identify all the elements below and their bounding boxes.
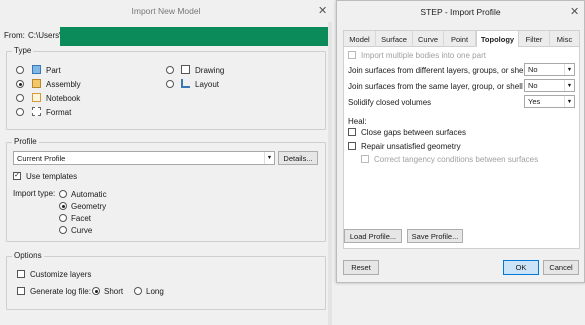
assembly-icon (32, 79, 41, 88)
import-multiple-checkbox[interactable] (348, 51, 356, 59)
tab-point[interactable]: Point (444, 31, 476, 47)
chevron-down-icon: ▼ (264, 152, 274, 164)
part-radio[interactable] (16, 66, 24, 74)
profile-select[interactable]: Current Profile ▼ (13, 151, 275, 165)
repair-geometry-checkbox[interactable] (348, 142, 356, 150)
customize-layers-label: Customize layers (30, 270, 92, 279)
tab-curve[interactable]: Curve (413, 31, 444, 47)
chevron-down-icon: ▼ (564, 96, 574, 107)
repair-geometry-label: Repair unsatisfied geometry (361, 142, 461, 151)
notebook-radio[interactable] (16, 94, 24, 102)
customize-layers-checkbox[interactable] (17, 270, 25, 278)
import-type-facet-radio[interactable] (59, 214, 67, 222)
correct-tangency-label: Correct tangency conditions between surf… (374, 155, 539, 164)
drawing-label: Drawing (195, 66, 225, 75)
load-profile-button[interactable]: Load Profile... (344, 229, 402, 243)
log-long-label: Long (146, 287, 164, 296)
import-type-label: Import type: (13, 189, 56, 198)
tab-surface[interactable]: Surface (376, 31, 413, 47)
solidify-label: Solidify closed volumes (348, 98, 432, 107)
details-button[interactable]: Details... (278, 151, 318, 165)
notebook-icon (32, 93, 41, 102)
import-type-geometry-radio[interactable] (59, 202, 67, 210)
solidify-value: Yes (528, 97, 541, 106)
close-gaps-checkbox[interactable] (348, 128, 356, 136)
import-type-facet-label: Facet (71, 214, 92, 223)
part-icon (32, 65, 41, 74)
vertical-scrollbar[interactable] (328, 22, 332, 325)
from-path: C:\Users\ (28, 31, 62, 40)
heal-label: Heal: (348, 117, 367, 126)
format-radio[interactable] (16, 108, 24, 116)
type-group (6, 51, 326, 130)
join-same-value: No (528, 81, 538, 90)
step-import-profile-window: STEP - Import Profile ✕ Model Surface Cu… (336, 0, 585, 283)
format-icon (32, 107, 41, 116)
layout-label: Layout (195, 80, 220, 89)
join-different-value: No (528, 65, 538, 74)
options-group-title: Options (12, 251, 44, 260)
tab-filter[interactable]: Filter (519, 31, 550, 47)
join-different-select[interactable]: No ▼ (524, 63, 575, 76)
close-icon[interactable]: ✕ (570, 5, 579, 18)
log-short-radio[interactable] (92, 287, 100, 295)
tab-model[interactable]: Model (344, 31, 376, 47)
assembly-radio[interactable] (16, 80, 24, 88)
tab-topology[interactable]: Topology (476, 30, 519, 47)
log-short-label: Short (104, 287, 124, 296)
ok-button[interactable]: OK (503, 260, 539, 275)
correct-tangency-checkbox[interactable] (361, 155, 369, 163)
drawing-icon (181, 65, 190, 74)
close-gaps-label: Close gaps between surfaces (361, 128, 466, 137)
format-label: Format (46, 108, 72, 117)
solidify-select[interactable]: Yes ▼ (524, 95, 575, 108)
type-group-title: Type (12, 46, 34, 55)
chevron-down-icon: ▼ (564, 80, 574, 91)
profile-select-value: Current Profile (17, 153, 66, 163)
import-type-geometry-label: Geometry (71, 202, 107, 211)
generate-log-checkbox[interactable] (17, 287, 25, 295)
import-new-model-title: Import New Model (131, 6, 201, 16)
drawing-radio[interactable] (166, 66, 174, 74)
options-group (6, 256, 326, 310)
use-templates-label: Use templates (26, 172, 78, 181)
import-type-automatic-label: Automatic (71, 190, 107, 199)
tab-misc[interactable]: Misc (550, 31, 579, 47)
log-long-radio[interactable] (134, 287, 142, 295)
generate-log-label: Generate log file: (30, 287, 91, 296)
join-same-select[interactable]: No ▼ (524, 79, 575, 92)
close-icon[interactable]: ✕ (318, 4, 327, 17)
join-same-label: Join surfaces from the same layer, group… (348, 82, 523, 91)
layout-radio[interactable] (166, 80, 174, 88)
import-type-curve-label: Curve (71, 226, 93, 235)
layout-icon (181, 79, 190, 88)
reset-button[interactable]: Reset (343, 260, 379, 275)
step-import-profile-title: STEP - Import Profile (420, 7, 501, 17)
assembly-label: Assembly (46, 80, 81, 89)
from-label: From: (4, 31, 25, 40)
import-type-automatic-radio[interactable] (59, 190, 67, 198)
cancel-button[interactable]: Cancel (543, 260, 579, 275)
use-templates-checkbox[interactable]: ✓ (13, 172, 21, 180)
import-type-curve-radio[interactable] (59, 226, 67, 234)
part-label: Part (46, 66, 61, 75)
save-profile-button[interactable]: Save Profile... (407, 229, 463, 243)
join-different-label: Join surfaces from different layers, gro… (348, 66, 532, 75)
profile-group-title: Profile (12, 137, 39, 146)
import-multiple-label: Import multiple bodies into one part (361, 51, 486, 60)
notebook-label: Notebook (46, 94, 81, 103)
redacted-path-bar (60, 27, 332, 46)
import-new-model-window: Import New Model ✕ From: C:\Users\ Type … (0, 0, 332, 325)
chevron-down-icon: ▼ (564, 64, 574, 75)
